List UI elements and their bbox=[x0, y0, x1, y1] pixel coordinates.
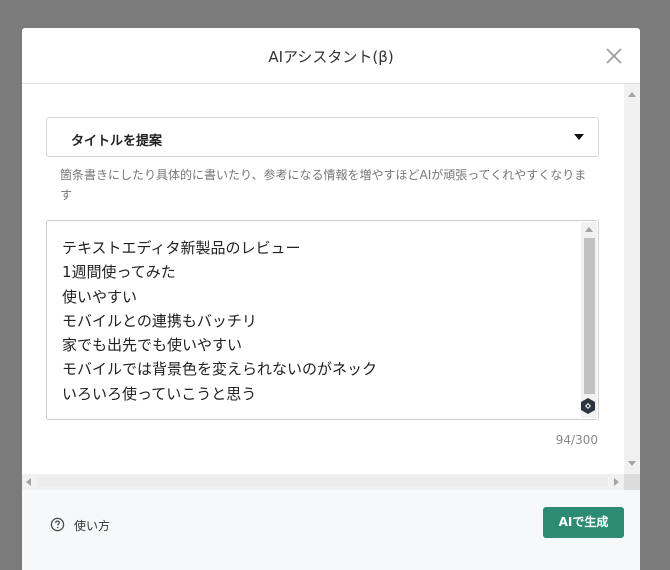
help-link-label: 使い方 bbox=[74, 519, 111, 533]
help-circle-icon bbox=[50, 517, 65, 532]
prompt-line: 家でも出先でも使いやすい bbox=[62, 336, 243, 355]
generate-button[interactable]: AIで生成 bbox=[543, 507, 624, 538]
ai-badge-icon[interactable] bbox=[579, 397, 597, 415]
dialog-footer: 使い方 AIで生成 bbox=[22, 490, 640, 570]
prompt-textarea[interactable]: テキストエディタ新製品のレビュー 1週間使ってみた 使いやすいモバイルとの連携もバッ… bbox=[46, 220, 599, 420]
dialog-header: AIアシスタント(β) bbox=[22, 28, 640, 84]
prompt-line: 1週間使ってみた bbox=[62, 263, 176, 282]
scrollbar-corner bbox=[624, 474, 640, 490]
textarea-scroll-thumb[interactable] bbox=[584, 238, 595, 394]
mode-select[interactable]: タイトルを提案 bbox=[46, 117, 599, 157]
input-hint: 箇条書きにしたり具体的に書いたり、参考になる情報を増やすほどAIが頑張ってくれや… bbox=[60, 168, 587, 202]
scroll-left-arrow-icon[interactable] bbox=[26, 478, 31, 486]
dialog-body: タイトルを提案 箇条書きにしたり具体的に書いたり、参考になる情報を増やすほどAI… bbox=[22, 84, 640, 474]
prompt-line: いろいろ使っていこうと思う bbox=[62, 384, 257, 403]
scroll-right-arrow-icon[interactable] bbox=[614, 478, 619, 486]
dialog-title: AIアシスタント(β) bbox=[268, 48, 394, 66]
prompt-line: 使いやすい bbox=[62, 287, 138, 306]
caret-down-icon bbox=[574, 134, 584, 140]
scroll-up-arrow-icon[interactable] bbox=[585, 227, 593, 232]
close-icon bbox=[606, 48, 622, 64]
dialog-vertical-scrollbar[interactable] bbox=[624, 84, 640, 474]
dialog-scroll-down-arrow-icon[interactable] bbox=[628, 461, 636, 466]
dialog-scroll-up-arrow-icon[interactable] bbox=[628, 92, 636, 97]
ai-assistant-dialog: AIアシスタント(β) タイトルを提案 箇条書きにしたり具体的に書いたり、参考に… bbox=[22, 28, 640, 570]
prompt-line: テキストエディタ新製品のレビュー bbox=[62, 239, 301, 257]
prompt-line: モバイルとの連携もバッチリ bbox=[62, 311, 257, 330]
prompt-text: テキストエディタ新製品のレビュー 1週間使ってみた 使いやすいモバイルとの連携もバッ… bbox=[62, 236, 377, 406]
mode-select-value: タイトルを提案 bbox=[71, 134, 163, 149]
character-counter: 94/300 bbox=[555, 433, 598, 447]
close-button[interactable] bbox=[600, 42, 628, 70]
dialog-horizontal-scroll-thumb[interactable] bbox=[38, 477, 608, 487]
prompt-line: モバイルでは背景色を変えられないのがネック bbox=[62, 360, 378, 379]
